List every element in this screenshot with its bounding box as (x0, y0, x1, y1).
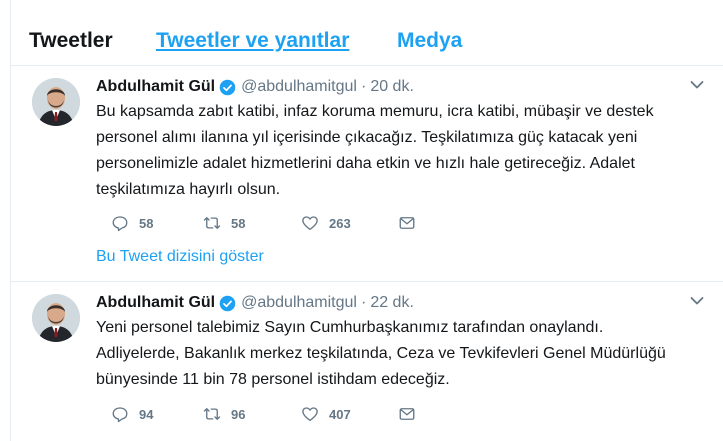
author-handle[interactable]: @abdulhamitgul (241, 78, 357, 96)
like-count: 407 (329, 406, 351, 422)
avatar[interactable] (32, 78, 80, 126)
chevron-down-icon[interactable] (690, 80, 704, 90)
tweet-timestamp[interactable]: 20 dk. (370, 78, 414, 96)
tab-tweets-and-replies[interactable]: Tweetler ve yanıtlar (156, 29, 349, 53)
show-thread-link[interactable]: Bu Tweet dizisini göster (96, 248, 264, 266)
avatar[interactable] (32, 294, 80, 342)
like-button[interactable]: 407 (301, 405, 351, 423)
reply-button[interactable]: 94 (111, 405, 153, 423)
author-handle[interactable]: @abdulhamitgul (241, 294, 357, 312)
tweet-header: Abdulhamit Gül @abdulhamitgul · 20 dk. (96, 76, 414, 98)
reply-icon (112, 407, 128, 423)
tweet-header: Abdulhamit Gül @abdulhamitgul · 22 dk. (96, 292, 414, 314)
envelope-icon (399, 217, 415, 229)
retweet-icon (203, 408, 221, 420)
tweet-text-line: teşkilatımıza hayırlı olsun. (96, 181, 281, 198)
tweet-text-line: Adliyelerde, Bakanlık merkez teşkilatınd… (96, 345, 666, 362)
tweet-text-line: Bu kapsamda zabıt katibi, infaz koruma m… (96, 103, 654, 120)
direct-message-button[interactable] (398, 405, 416, 423)
retweet-count: 96 (231, 406, 246, 422)
separator-dot: · (360, 78, 367, 95)
like-count: 263 (329, 215, 351, 231)
heart-icon (302, 407, 318, 422)
like-button[interactable]: 263 (301, 214, 351, 232)
author-name[interactable]: Abdulhamit Gül (96, 294, 215, 312)
tweet[interactable]: Abdulhamit Gül @abdulhamitgul · 20 dk. B… (11, 66, 723, 282)
tweet-text-line: personel alımı ilanına yıl içerisinde çı… (96, 129, 638, 146)
profile-timeline: Tweetler Tweetler ve yanıtlar Medya Abdu… (10, 0, 723, 441)
timeline-tabs: Tweetler Tweetler ve yanıtlar Medya (11, 0, 723, 66)
reply-count: 58 (139, 215, 154, 231)
tweet-text-line: Yeni personel talebimiz Sayın Cumhurbaşk… (96, 319, 604, 336)
tweet[interactable]: Abdulhamit Gül @abdulhamitgul · 22 dk. Y… (11, 282, 723, 441)
tweet-text: Bu kapsamda zabıt katibi, infaz koruma m… (96, 99, 701, 203)
tweet-text-line: personelimizle adalet hizmetlerini daha … (96, 155, 635, 172)
author-name[interactable]: Abdulhamit Gül (96, 78, 215, 96)
tab-media[interactable]: Medya (397, 29, 462, 53)
chevron-down-icon[interactable] (690, 296, 704, 306)
tweet-text: Yeni personel talebimiz Sayın Cumhurbaşk… (96, 315, 701, 393)
tweet-timestamp[interactable]: 22 dk. (370, 294, 414, 312)
verified-badge-icon (219, 79, 236, 95)
reply-icon (112, 216, 128, 232)
retweet-button[interactable]: 58 (203, 214, 245, 232)
retweet-button[interactable]: 96 (203, 405, 245, 423)
reply-count: 94 (139, 406, 154, 422)
tab-tweets[interactable]: Tweetler (29, 29, 113, 53)
direct-message-button[interactable] (398, 214, 416, 232)
retweet-count: 58 (231, 215, 246, 231)
reply-button[interactable]: 58 (111, 214, 153, 232)
separator-dot: · (360, 294, 367, 311)
heart-icon (302, 216, 318, 231)
verified-badge-icon (219, 295, 236, 311)
tweet-text-line: bünyesinde 11 bin 78 personel istihdam e… (96, 371, 450, 388)
envelope-icon (399, 408, 415, 420)
retweet-icon (203, 217, 221, 229)
